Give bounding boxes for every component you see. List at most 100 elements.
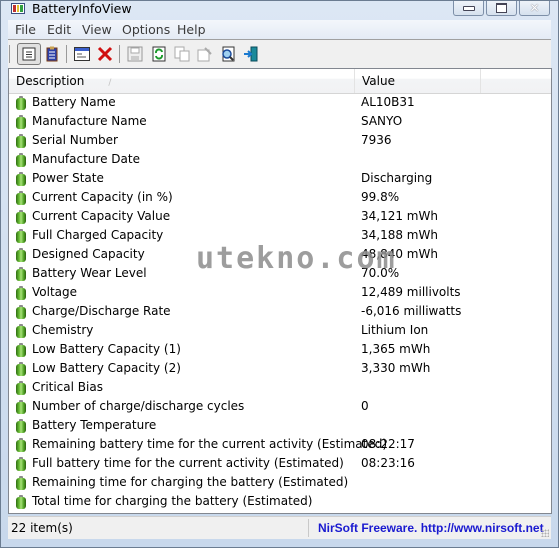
column-label: Value [362, 74, 395, 88]
item-description: Chemistry [32, 323, 94, 337]
save-button[interactable] [125, 44, 145, 64]
item-description: Battery Wear Level [32, 266, 147, 280]
list-item[interactable]: Manufacture Date [9, 150, 551, 169]
item-value: 0 [361, 399, 369, 413]
nirsoft-link[interactable]: NirSoft Freeware. http://www.nirsoft.net [318, 521, 544, 535]
copy-button[interactable] [172, 44, 192, 64]
exit-icon [244, 46, 258, 62]
properties-icon [74, 47, 90, 61]
item-value: 12,489 millivolts [361, 285, 461, 299]
properties-button[interactable] [72, 44, 92, 64]
list-item[interactable]: Full battery time for the current activi… [9, 454, 551, 473]
battery-icon [16, 210, 26, 224]
list-item[interactable]: Battery Name AL10B31 [9, 93, 551, 112]
battery-icon [16, 229, 26, 243]
list-item[interactable]: Power State Discharging [9, 169, 551, 188]
battery-icon [16, 495, 26, 509]
item-value: 34,188 mWh [361, 228, 438, 242]
item-description: Number of charge/discharge cycles [32, 399, 245, 413]
delete-button[interactable] [95, 44, 115, 64]
list-item[interactable]: Current Capacity (in %) 99.8% [9, 188, 551, 207]
item-description: Critical Bias [32, 380, 103, 394]
item-description: Current Capacity Value [32, 209, 171, 223]
window-title: BatteryInfoView [32, 1, 132, 16]
item-value: 08:22:17 [361, 437, 415, 451]
battery-icon [16, 457, 26, 471]
list-item[interactable]: Critical Bias [9, 378, 551, 397]
battery-icon [16, 191, 26, 205]
list-item[interactable]: Battery Wear Level 70.0% [9, 264, 551, 283]
battery-icon [16, 248, 26, 262]
battery-icon [16, 286, 26, 300]
battery-icon [16, 476, 26, 490]
exit-button[interactable] [241, 44, 261, 64]
list-item[interactable]: Manufacture Name SANYO [9, 112, 551, 131]
item-value: 7936 [361, 133, 392, 147]
menu-view[interactable]: View [82, 22, 112, 37]
item-value: -6,016 milliwatts [361, 304, 462, 318]
resize-grip[interactable] [541, 529, 549, 537]
item-value: 99.8% [361, 190, 400, 204]
close-icon: ✕ [529, 1, 540, 15]
copy-icon [174, 46, 190, 62]
battery-info-list[interactable]: Description / Value Battery Name AL10B31 Ma… [8, 68, 552, 514]
refresh-button[interactable] [149, 44, 169, 64]
list-item[interactable]: Serial Number 7936 [9, 131, 551, 150]
minimize-button[interactable] [453, 1, 484, 16]
toolbar-separator [119, 45, 120, 63]
list-item[interactable]: Remaining time for charging the battery … [9, 473, 551, 492]
item-description: Voltage [32, 285, 78, 299]
delete-icon [97, 46, 113, 62]
minimize-icon [462, 5, 475, 11]
list-item[interactable]: Current Capacity Value 34,121 mWh [9, 207, 551, 226]
list-item[interactable]: Low Battery Capacity (2) 3,330 mWh [9, 359, 551, 378]
menu-options[interactable]: Options [122, 22, 170, 37]
list-item[interactable]: Remaining battery time for the current a… [9, 435, 551, 454]
menu-file[interactable]: File [15, 22, 36, 37]
item-value: Lithium Ion [361, 323, 429, 337]
item-description: Manufacture Date [32, 152, 140, 166]
list-item[interactable]: Designed Capacity 48,840 mWh [9, 245, 551, 264]
battery-icon [16, 381, 26, 395]
battery-icon [16, 267, 26, 281]
close-button[interactable]: ✕ [519, 1, 550, 16]
battery-icon [16, 438, 26, 452]
list-item[interactable]: Total time for charging the battery (Est… [9, 492, 551, 511]
item-description: Serial Number [32, 133, 118, 147]
menu-help[interactable]: Help [177, 22, 206, 37]
battery-icon [16, 362, 26, 376]
html-report-button[interactable] [195, 44, 215, 64]
maximize-icon [496, 3, 507, 13]
battery-icon [16, 134, 26, 148]
item-value: 3,330 mWh [361, 361, 431, 375]
item-value: 48,840 mWh [361, 247, 438, 261]
find-icon [222, 46, 235, 62]
column-header-description[interactable]: Description / [9, 69, 355, 93]
list-item[interactable]: Chemistry Lithium Ion [9, 321, 551, 340]
title-bar: BatteryInfoView ✕ [1, 1, 558, 19]
battery-icon [16, 96, 26, 110]
list-item[interactable]: Charge/Discharge Rate -6,016 milliwatts [9, 302, 551, 321]
battery-icon [16, 419, 26, 433]
item-description: Designed Capacity [32, 247, 145, 261]
item-description: Remaining time for charging the battery … [32, 475, 349, 489]
menu-bar: File Edit View Options Help [8, 20, 551, 39]
list-item[interactable]: Full Charged Capacity 34,188 mWh [9, 226, 551, 245]
list-item[interactable]: Battery Temperature [9, 416, 551, 435]
column-header-value[interactable]: Value [355, 69, 481, 93]
html-report-icon [197, 47, 212, 62]
app-icon [11, 3, 25, 14]
sort-icon: / [108, 78, 112, 88]
find-button[interactable] [218, 44, 238, 64]
list-item[interactable]: Number of charge/discharge cycles 0 [9, 397, 551, 416]
save-icon [127, 46, 143, 62]
maximize-button[interactable] [486, 1, 517, 16]
advanced-mode-button[interactable] [17, 43, 41, 65]
list-item[interactable]: Voltage 12,489 millivolts [9, 283, 551, 302]
toolbar-separator [66, 45, 67, 63]
menu-edit[interactable]: Edit [47, 22, 71, 37]
item-value: 1,365 mWh [361, 342, 431, 356]
app-window: BatteryInfoView ✕ File Edit View Options… [0, 0, 559, 548]
battery-log-button[interactable] [42, 44, 62, 64]
list-item[interactable]: Low Battery Capacity (1) 1,365 mWh [9, 340, 551, 359]
